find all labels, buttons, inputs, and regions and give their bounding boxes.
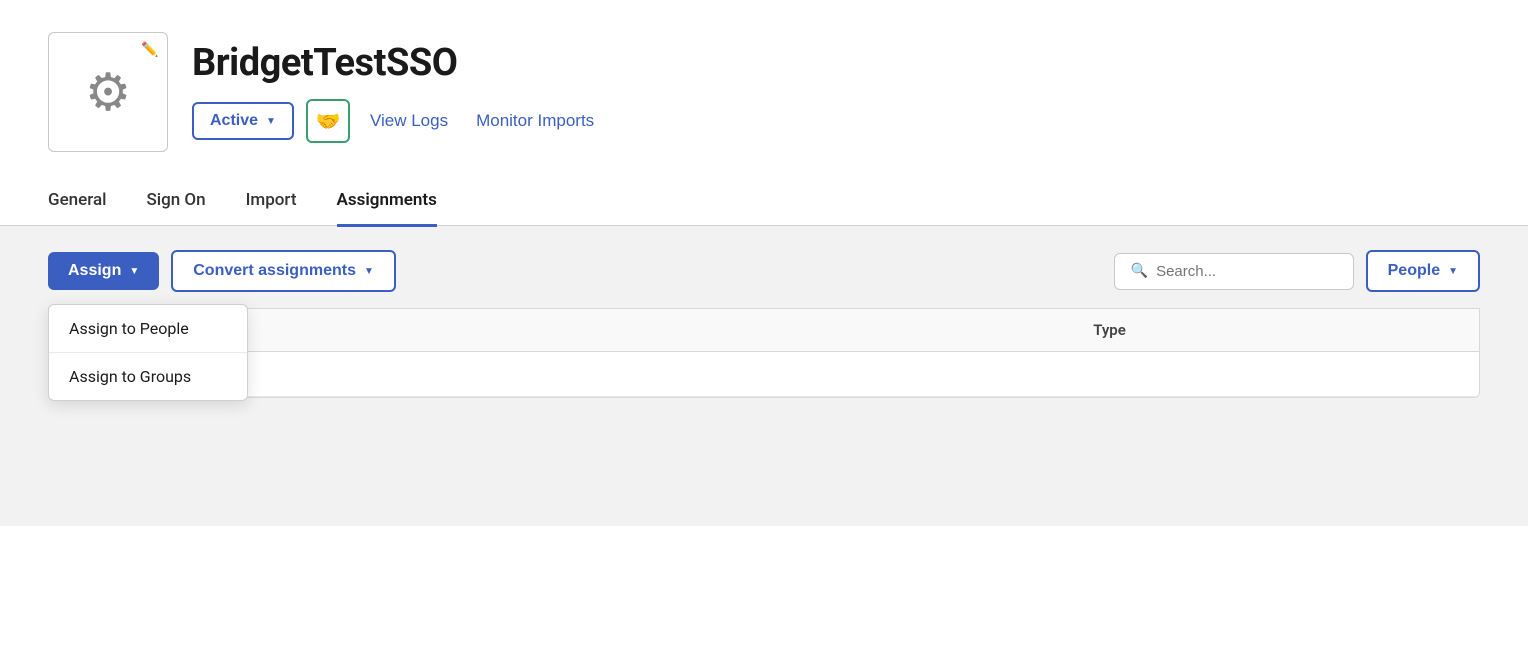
handshake-icon: 🤝 xyxy=(315,109,340,134)
people-label: People xyxy=(1388,262,1440,280)
tabs-section: General Sign On Import Assignments xyxy=(0,176,1528,226)
assign-button[interactable]: Assign ▼ xyxy=(48,252,159,290)
tab-assignments[interactable]: Assignments xyxy=(337,178,437,227)
col-type-header: Type xyxy=(764,321,1455,339)
convert-label: Convert assignments xyxy=(193,262,356,280)
edit-pencil-icon[interactable]: ✏️ xyxy=(139,39,161,61)
header: ⚙ ✏️ BridgetTestSSO Active ▼ 🤝 View Logs… xyxy=(0,0,1528,176)
assign-dropdown-menu: Assign to People Assign to Groups xyxy=(48,304,248,401)
gear-icon: ⚙ xyxy=(85,62,132,123)
header-info: BridgetTestSSO Active ▼ 🤝 View Logs Moni… xyxy=(192,41,602,143)
people-button[interactable]: People ▼ xyxy=(1366,250,1480,292)
tab-general[interactable]: General xyxy=(48,178,106,227)
search-icon: 🔍 xyxy=(1131,263,1148,279)
table-header: Fi... Type xyxy=(49,309,1479,352)
convert-chevron-icon: ▼ xyxy=(364,266,374,277)
assign-chevron-icon: ▼ xyxy=(129,266,139,277)
toolbar: Assign ▼ Assign to People Assign to Grou… xyxy=(48,250,1480,292)
search-box[interactable]: 🔍 xyxy=(1114,253,1354,290)
people-chevron-icon: ▼ xyxy=(1448,266,1458,277)
tab-import[interactable]: Import xyxy=(246,178,297,227)
view-logs-button[interactable]: View Logs xyxy=(362,107,456,135)
app-icon-container: ⚙ ✏️ xyxy=(48,32,168,152)
content-section: Assign ▼ Assign to People Assign to Grou… xyxy=(0,226,1528,526)
assign-label: Assign xyxy=(68,262,121,280)
handshake-button[interactable]: 🤝 xyxy=(306,99,350,143)
table-row: Pe... xyxy=(49,352,1479,397)
assign-to-people-item[interactable]: Assign to People xyxy=(49,305,247,353)
convert-assignments-button[interactable]: Convert assignments ▼ xyxy=(171,250,396,292)
assign-to-groups-item[interactable]: Assign to Groups xyxy=(49,353,247,400)
tab-sign-on[interactable]: Sign On xyxy=(146,178,205,227)
search-input[interactable] xyxy=(1156,263,1337,280)
chevron-down-icon: ▼ xyxy=(266,116,276,127)
status-label: Active xyxy=(210,112,258,130)
assign-wrapper: Assign ▼ Assign to People Assign to Grou… xyxy=(48,252,159,290)
table-container: Fi... Type Pe... xyxy=(48,308,1480,398)
header-actions: Active ▼ 🤝 View Logs Monitor Imports xyxy=(192,99,602,143)
app-title: BridgetTestSSO xyxy=(192,41,602,85)
monitor-imports-button[interactable]: Monitor Imports xyxy=(468,107,602,135)
status-button[interactable]: Active ▼ xyxy=(192,102,294,140)
tabs: General Sign On Import Assignments xyxy=(48,176,1480,225)
